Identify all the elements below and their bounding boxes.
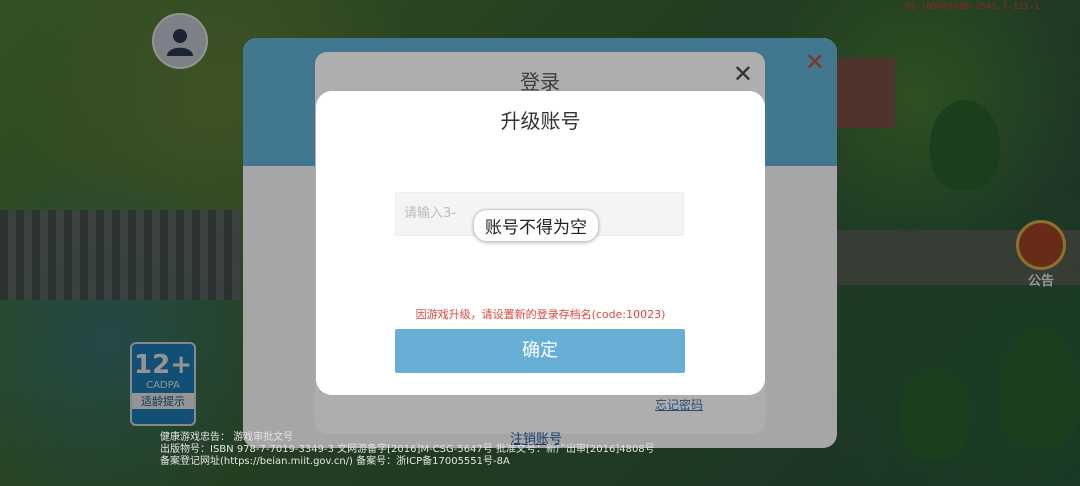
dialog-title: 升级账号 [500,109,581,133]
legal-text: 健康游戏忠告： 游戏审批文号 出版物号：ISBN 978-7-7019-3349… [160,432,655,467]
error-message: 因游戏升级，请设置新的登录存档名(code:10023) [415,308,666,321]
toast-message: 账号不得为空 [473,209,599,242]
upgrade-account-dialog: 升级账号 请输入3- 账号不得为空 因游戏升级，请设置新的登录存档名(code:… [316,91,765,395]
confirm-button[interactable]: 确定 [395,329,685,373]
